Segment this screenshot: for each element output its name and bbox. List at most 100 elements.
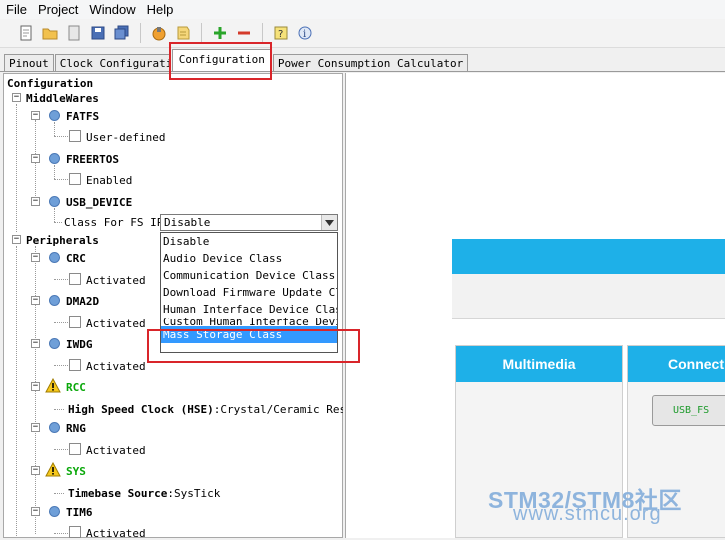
fatfs-user-defined-checkbox[interactable] xyxy=(69,130,81,142)
report-icon[interactable] xyxy=(173,23,193,43)
collapse-iwdg-toggle[interactable]: − xyxy=(31,339,40,348)
peripheral-gear-icon xyxy=(49,506,60,517)
usb-class-label: Class For FS IP xyxy=(64,216,164,229)
collapse-dma2d-toggle[interactable]: − xyxy=(31,296,40,305)
usb-fs-label: USB_FS xyxy=(673,405,710,416)
collapse-usb-device-toggle[interactable]: − xyxy=(31,197,40,206)
tab-pinout[interactable]: Pinout xyxy=(4,54,54,72)
tree-guide xyxy=(35,120,36,206)
help-icon[interactable]: ? xyxy=(271,23,291,43)
menu-window[interactable]: Window xyxy=(83,2,140,17)
middleware-gear-icon xyxy=(49,196,60,207)
tree-guide xyxy=(16,246,17,536)
svg-text:?: ? xyxy=(278,29,283,40)
tree-crc[interactable]: CRC xyxy=(66,252,86,265)
collapse-tim6-toggle[interactable]: − xyxy=(31,507,40,516)
rng-activated-label: Activated xyxy=(86,444,146,457)
zoom-out-icon[interactable] xyxy=(234,23,254,43)
tree-fatfs[interactable]: FATFS xyxy=(66,110,99,123)
tab-power-consumption-calculator[interactable]: Power Consumption Calculator xyxy=(272,54,469,72)
crc-activated-label: Activated xyxy=(86,274,146,287)
open-folder-icon[interactable] xyxy=(40,23,60,43)
tab-baseline xyxy=(0,71,725,72)
tree-middlewares[interactable]: MiddleWares xyxy=(26,92,99,105)
toolbar-separator xyxy=(140,23,141,43)
middleware-gear-icon xyxy=(49,153,60,164)
dropdown-option[interactable]: Human Interface Device Class xyxy=(161,301,337,318)
tree-guide xyxy=(54,493,64,494)
tree-dma2d[interactable]: DMA2D xyxy=(66,295,99,308)
new-project-icon[interactable] xyxy=(16,23,36,43)
usb-fs-button[interactable]: USB_FS xyxy=(652,395,725,426)
canvas-band xyxy=(452,274,725,319)
tree-guide xyxy=(54,365,68,366)
tree-root-label: Configuration xyxy=(7,77,94,90)
usb-class-select-value: Disable xyxy=(164,216,211,229)
tree-sys[interactable]: SYS xyxy=(66,465,86,478)
save-icon[interactable] xyxy=(88,23,108,43)
collapse-sys-toggle[interactable]: − xyxy=(31,466,40,475)
tree-freertos[interactable]: FREERTOS xyxy=(66,153,119,166)
canvas-header-bar xyxy=(452,239,725,274)
warning-icon xyxy=(45,378,61,393)
sys-timebase-row: Timebase Source:SysTick xyxy=(68,487,220,500)
warning-icon xyxy=(45,462,61,477)
menu-project[interactable]: Project xyxy=(32,2,83,17)
rcc-hse-row: High Speed Clock (HSE):Crystal/Ceramic R… xyxy=(68,403,343,416)
collapse-middlewares-toggle[interactable]: − xyxy=(12,93,21,102)
tree-guide xyxy=(54,165,55,179)
connectivity-header: Connecti xyxy=(628,346,725,382)
rng-activated-checkbox[interactable] xyxy=(69,443,81,455)
save-all-icon[interactable] xyxy=(112,23,132,43)
toolbar-separator xyxy=(262,23,263,43)
tree-usb-device[interactable]: USB_DEVICE xyxy=(66,196,132,209)
fatfs-user-defined-label: User-defined xyxy=(86,131,166,144)
rcc-hse-label: High Speed Clock (HSE) xyxy=(68,403,214,416)
collapse-freertos-toggle[interactable]: − xyxy=(31,154,40,163)
collapse-rcc-toggle[interactable]: − xyxy=(31,382,40,391)
tree-rng[interactable]: RNG xyxy=(66,422,86,435)
tree-guide xyxy=(54,279,68,280)
tree-guide xyxy=(54,533,68,534)
dma2d-activated-label: Activated xyxy=(86,317,146,330)
dropdown-option[interactable]: Custom Human Interface Device xyxy=(161,318,337,326)
collapse-crc-toggle[interactable]: − xyxy=(31,253,40,262)
collapse-rng-toggle[interactable]: − xyxy=(31,423,40,432)
dma2d-activated-checkbox[interactable] xyxy=(69,316,81,328)
sys-timebase-label: Timebase Source xyxy=(68,487,168,500)
generate-code-icon[interactable] xyxy=(149,23,169,43)
sys-timebase-value: :SysTick xyxy=(167,487,221,500)
tree-guide xyxy=(54,322,68,323)
tab-clock-configuration[interactable]: Clock Configuration xyxy=(54,54,171,72)
collapse-peripherals-toggle[interactable]: − xyxy=(12,235,21,244)
menu-file[interactable]: File xyxy=(0,2,32,17)
crc-activated-checkbox[interactable] xyxy=(69,273,81,285)
dropdown-option[interactable]: Download Firmware Update Clas xyxy=(161,284,337,301)
annotation-box-tab xyxy=(169,42,272,80)
tree-guide xyxy=(54,409,64,410)
tree-guide xyxy=(54,179,68,180)
tim6-activated-checkbox[interactable] xyxy=(69,526,81,538)
document-icon[interactable] xyxy=(64,23,84,43)
toolbar-separator xyxy=(201,23,202,43)
about-icon[interactable]: i xyxy=(295,23,315,43)
peripheral-gear-icon xyxy=(49,252,60,263)
toolbar: ? i xyxy=(0,19,725,48)
usb-class-select[interactable]: Disable xyxy=(160,214,338,231)
tree-tim6[interactable]: TIM6 xyxy=(66,506,93,519)
zoom-in-icon[interactable] xyxy=(210,23,230,43)
collapse-fatfs-toggle[interactable]: − xyxy=(31,111,40,120)
tree-iwdg[interactable]: IWDG xyxy=(66,338,93,351)
freertos-enabled-label: Enabled xyxy=(86,174,133,187)
iwdg-activated-checkbox[interactable] xyxy=(69,359,81,371)
menu-bar: File Project Window Help xyxy=(0,0,725,19)
chevron-down-icon[interactable] xyxy=(321,215,337,230)
dropdown-option[interactable]: Communication Device Class (V xyxy=(161,267,337,284)
menu-help[interactable]: Help xyxy=(141,2,179,17)
freertos-enabled-checkbox[interactable] xyxy=(69,173,81,185)
tree-rcc[interactable]: RCC xyxy=(66,381,86,394)
tree-peripherals[interactable]: Peripherals xyxy=(26,234,99,247)
peripheral-gear-icon xyxy=(49,422,60,433)
dropdown-option[interactable]: Disable xyxy=(161,233,337,250)
dropdown-option[interactable]: Audio Device Class xyxy=(161,250,337,267)
